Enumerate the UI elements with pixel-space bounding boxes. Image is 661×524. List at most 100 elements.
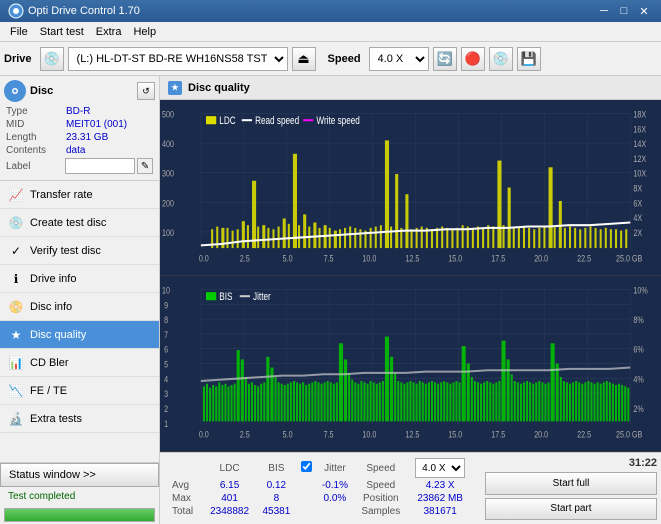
mid-value: MEIT01 (001) [66,119,127,130]
svg-text:12.5: 12.5 [405,253,419,264]
position-value: 23862 MB [407,492,473,505]
svg-text:5: 5 [164,359,168,370]
stats-buttons: 31:22 Start full Start part [481,453,661,524]
stats-row: LDC BIS Jitter Speed 4.0 X [160,452,661,524]
sidebar-item-transfer-rate[interactable]: 📈 Transfer rate [0,181,159,209]
status-section: Status window >> Test completed [0,462,159,524]
burn-button[interactable]: 🔴 [461,47,485,71]
position-label: Position [354,492,407,505]
status-window-button[interactable]: Status window >> [0,463,159,487]
speed-select[interactable]: 4.0 X [369,47,429,71]
svg-text:16X: 16X [633,123,646,134]
chart-header: ★ Disc quality [160,76,661,100]
svg-text:12X: 12X [633,153,646,164]
avg-speed-label: Speed [354,479,407,492]
disc-info-label: Disc info [30,301,72,313]
toolbar: Drive 💿 (L:) HL-DT-ST BD-RE WH16NS58 TST… [0,42,661,76]
disc-quality-label: Disc quality [30,329,86,341]
menu-bar: File Start test Extra Help [0,22,661,42]
app-title: Opti Drive Control 1.70 [28,5,595,17]
col-header-speed-select[interactable]: 4.0 X [407,457,473,479]
max-bis: 8 [256,492,297,505]
sidebar-item-verify-test-disc[interactable]: ✓ Verify test disc [0,237,159,265]
menu-help[interactable]: Help [127,24,162,40]
contents-value: data [66,145,85,156]
disc-label-row: Label ✎ [4,158,155,174]
fe-te-label: FE / TE [30,385,67,397]
chart-header-title: Disc quality [188,82,250,94]
drive-label: Drive [4,53,32,65]
minimize-button[interactable]: ─ [595,3,613,19]
length-value: 23.31 GB [66,132,108,143]
svg-text:10: 10 [162,284,170,295]
menu-file[interactable]: File [4,24,34,40]
menu-extra[interactable]: Extra [90,24,128,40]
time-display: 31:22 [629,457,657,469]
sidebar-item-extra-tests[interactable]: 🔬 Extra tests [0,405,159,433]
sidebar-item-disc-info[interactable]: 📀 Disc info [0,293,159,321]
jitter-checkbox[interactable] [301,461,312,472]
svg-text:15.0: 15.0 [448,429,462,440]
svg-text:20.0: 20.0 [534,253,548,264]
svg-text:2X: 2X [633,227,642,238]
title-bar: Opti Drive Control 1.70 ─ □ ✕ [0,0,661,22]
disc-label-input[interactable] [65,158,135,174]
disc-icon [4,80,26,102]
close-button[interactable]: ✕ [635,3,653,19]
svg-text:1: 1 [164,418,168,429]
avg-ldc: 6.15 [203,479,256,492]
max-ldc: 401 [203,492,256,505]
svg-text:300: 300 [162,168,174,179]
sidebar-item-fe-te[interactable]: 📉 FE / TE [0,377,159,405]
drive-select[interactable]: (L:) HL-DT-ST BD-RE WH16NS58 TST4 [68,47,288,71]
extra-tests-icon: 🔬 [8,411,24,427]
eject-button[interactable]: ⏏ [292,47,316,71]
disc-header: Disc ↺ [4,80,155,102]
cd-bler-label: CD Bler [30,357,69,369]
sidebar-item-disc-quality[interactable]: ★ Disc quality [0,321,159,349]
speed-dropdown[interactable]: 4.0 X [415,458,465,478]
maximize-button[interactable]: □ [615,3,633,19]
sidebar-item-create-test-disc[interactable]: 💿 Create test disc [0,209,159,237]
verify-test-label: Verify test disc [30,245,101,257]
sidebar-item-drive-info[interactable]: ℹ Drive info [0,265,159,293]
disc-quality-icon: ★ [8,327,24,343]
speed-label: Speed [328,53,361,65]
svg-text:9: 9 [164,299,168,310]
save-button[interactable]: 💾 [517,47,541,71]
disc-section-title: Disc [30,85,53,97]
stats-table: LDC BIS Jitter Speed 4.0 X [160,453,481,524]
svg-text:3: 3 [164,388,168,399]
svg-text:6X: 6X [633,197,642,208]
nav-list: 📈 Transfer rate 💿 Create test disc ✓ Ver… [0,181,159,433]
sidebar-item-cd-bler[interactable]: 📊 CD Bler [0,349,159,377]
svg-text:BIS: BIS [219,291,232,303]
label-edit-btn[interactable]: ✎ [137,158,153,174]
start-full-button[interactable]: Start full [485,472,657,495]
svg-text:2: 2 [164,403,168,414]
svg-text:12.5: 12.5 [405,429,419,440]
svg-text:8: 8 [164,314,168,325]
svg-text:4: 4 [164,373,168,384]
svg-text:Jitter: Jitter [253,291,271,303]
max-jitter: 0.0% [316,492,355,505]
avg-jitter: -0.1% [316,479,355,492]
disc-button[interactable]: 💿 [489,47,513,71]
refresh-button[interactable]: 🔄 [433,47,457,71]
svg-text:7: 7 [164,329,168,340]
bottom-chart-svg: BIS Jitter 10 9 8 7 6 5 4 3 2 1 10% [160,276,661,451]
start-part-button[interactable]: Start part [485,498,657,521]
col-header-jitter-check[interactable] [297,457,316,479]
create-test-label: Create test disc [30,217,106,229]
svg-text:4%: 4% [633,373,644,384]
drive-icon-btn[interactable]: 💿 [40,47,64,71]
col-header-speed: Speed [354,457,407,479]
disc-refresh-btn[interactable]: ↺ [137,82,155,100]
svg-text:6%: 6% [633,344,644,355]
disc-mid-row: MID MEIT01 (001) [4,119,155,130]
svg-text:25.0 GB: 25.0 GB [616,253,643,264]
menu-start-test[interactable]: Start test [34,24,90,40]
contents-label: Contents [6,145,66,156]
samples-value: 381671 [407,505,473,518]
cd-bler-icon: 📊 [8,355,24,371]
